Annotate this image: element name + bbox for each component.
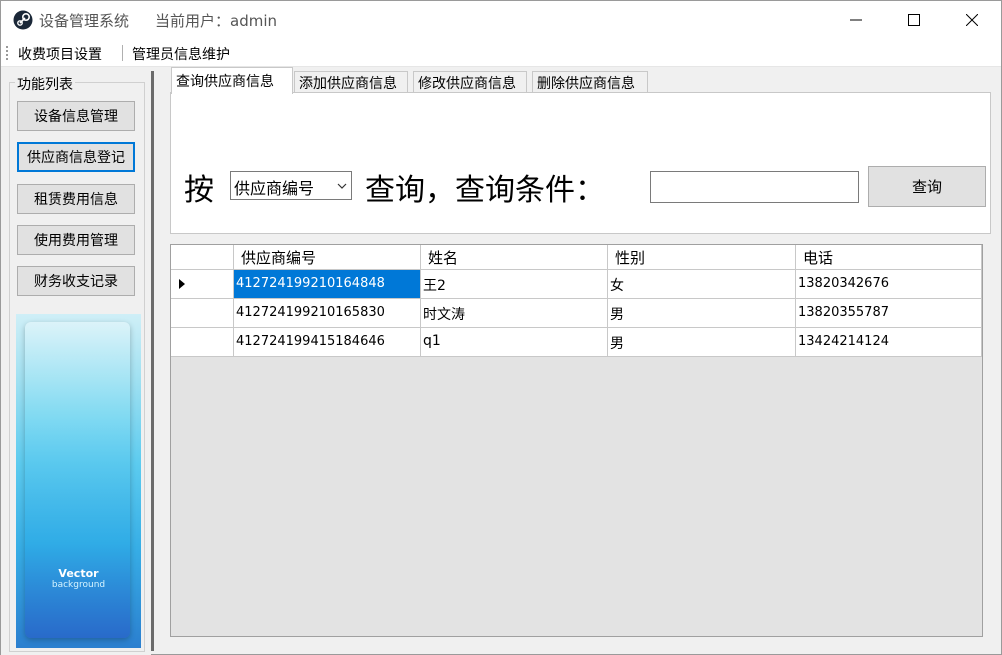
- minimize-button[interactable]: [827, 1, 885, 39]
- column-header-name[interactable]: 姓名: [421, 245, 608, 270]
- cell-gender[interactable]: 男: [608, 299, 796, 328]
- search-field-value: 供应商编号: [234, 179, 315, 198]
- banner-image: Vector background: [16, 314, 141, 648]
- cell-name[interactable]: q1: [421, 328, 608, 357]
- cell-phone[interactable]: 13424214124: [796, 328, 982, 357]
- search-by-label: 按: [184, 173, 214, 208]
- menu-grip: [6, 46, 8, 60]
- condition-input[interactable]: [650, 171, 859, 203]
- cell-supplier-id[interactable]: 412724199210165830: [234, 299, 421, 328]
- column-header-supplier-id[interactable]: 供应商编号: [234, 245, 421, 270]
- cell-gender[interactable]: 女: [608, 270, 796, 299]
- row-header[interactable]: [171, 299, 234, 328]
- cell-gender[interactable]: 男: [608, 328, 796, 357]
- column-header-gender[interactable]: 性别: [608, 245, 796, 270]
- steam-logo-icon: [13, 10, 33, 30]
- tab-add-supplier[interactable]: 添加供应商信息: [294, 71, 408, 93]
- current-user-label: 当前用户：admin: [155, 12, 278, 30]
- menu-separator: [122, 45, 123, 61]
- close-icon: [966, 14, 978, 26]
- banner-card: [25, 322, 130, 638]
- header-corner: [171, 245, 234, 270]
- current-row-arrow-icon: [179, 279, 185, 289]
- query-button[interactable]: 查询: [868, 166, 986, 207]
- cell-phone[interactable]: 13820342676: [796, 270, 982, 299]
- cell-phone[interactable]: 13820355787: [796, 299, 982, 328]
- menu-item-admin-maintenance[interactable]: 管理员信息维护: [132, 44, 230, 64]
- query-tab-page: 按 供应商编号 查询，查询条件： 查询: [170, 92, 991, 234]
- maximize-icon: [908, 14, 920, 26]
- chevron-down-icon: [337, 183, 347, 189]
- cell-name[interactable]: 时文涛: [421, 299, 608, 328]
- panel-splitter[interactable]: [151, 71, 154, 651]
- tab-query-supplier[interactable]: 查询供应商信息: [171, 67, 293, 94]
- cell-supplier-id[interactable]: 412724199210164848: [234, 270, 421, 299]
- menu-item-fee-settings[interactable]: 收费项目设置: [18, 44, 102, 64]
- cell-name[interactable]: 王2: [421, 270, 608, 299]
- close-button[interactable]: [943, 1, 1001, 39]
- query-condition-label: 查询，查询条件：: [365, 173, 605, 208]
- minimize-icon: [850, 19, 862, 21]
- usage-fee-button[interactable]: 使用费用管理: [17, 225, 135, 255]
- supplier-grid[interactable]: 供应商编号 姓名 性别 电话 412724199210164848 王2 女 1…: [170, 244, 983, 637]
- row-header[interactable]: [171, 270, 234, 299]
- maximize-button[interactable]: [885, 1, 943, 39]
- supplier-registration-button[interactable]: 供应商信息登记: [17, 142, 135, 172]
- column-header-phone[interactable]: 电话: [796, 245, 982, 270]
- window-title: 设备管理系统: [39, 12, 130, 30]
- banner-title: Vector: [58, 567, 99, 580]
- main-window: 设备管理系统 当前用户：admin 收费项目设置 管理员信息维护 功能列表 设备…: [0, 0, 1002, 655]
- cell-supplier-id[interactable]: 412724199415184646: [234, 328, 421, 357]
- equipment-management-button[interactable]: 设备信息管理: [17, 101, 135, 131]
- tab-edit-supplier[interactable]: 修改供应商信息: [413, 71, 527, 93]
- menu-bar: 收费项目设置 管理员信息维护: [1, 39, 1001, 67]
- banner-subtitle: background: [51, 580, 106, 590]
- tab-delete-supplier[interactable]: 删除供应商信息: [532, 71, 648, 93]
- rental-fee-button[interactable]: 租赁费用信息: [17, 184, 135, 214]
- row-header[interactable]: [171, 328, 234, 357]
- function-group-title: 功能列表: [15, 74, 75, 94]
- search-field-select[interactable]: 供应商编号: [230, 171, 352, 200]
- title-bar: 设备管理系统 当前用户：admin: [1, 1, 1001, 39]
- function-panel: 功能列表 设备信息管理 供应商信息登记 租赁费用信息 使用费用管理 财务收支记录…: [1, 68, 151, 655]
- finance-record-button[interactable]: 财务收支记录: [17, 266, 135, 296]
